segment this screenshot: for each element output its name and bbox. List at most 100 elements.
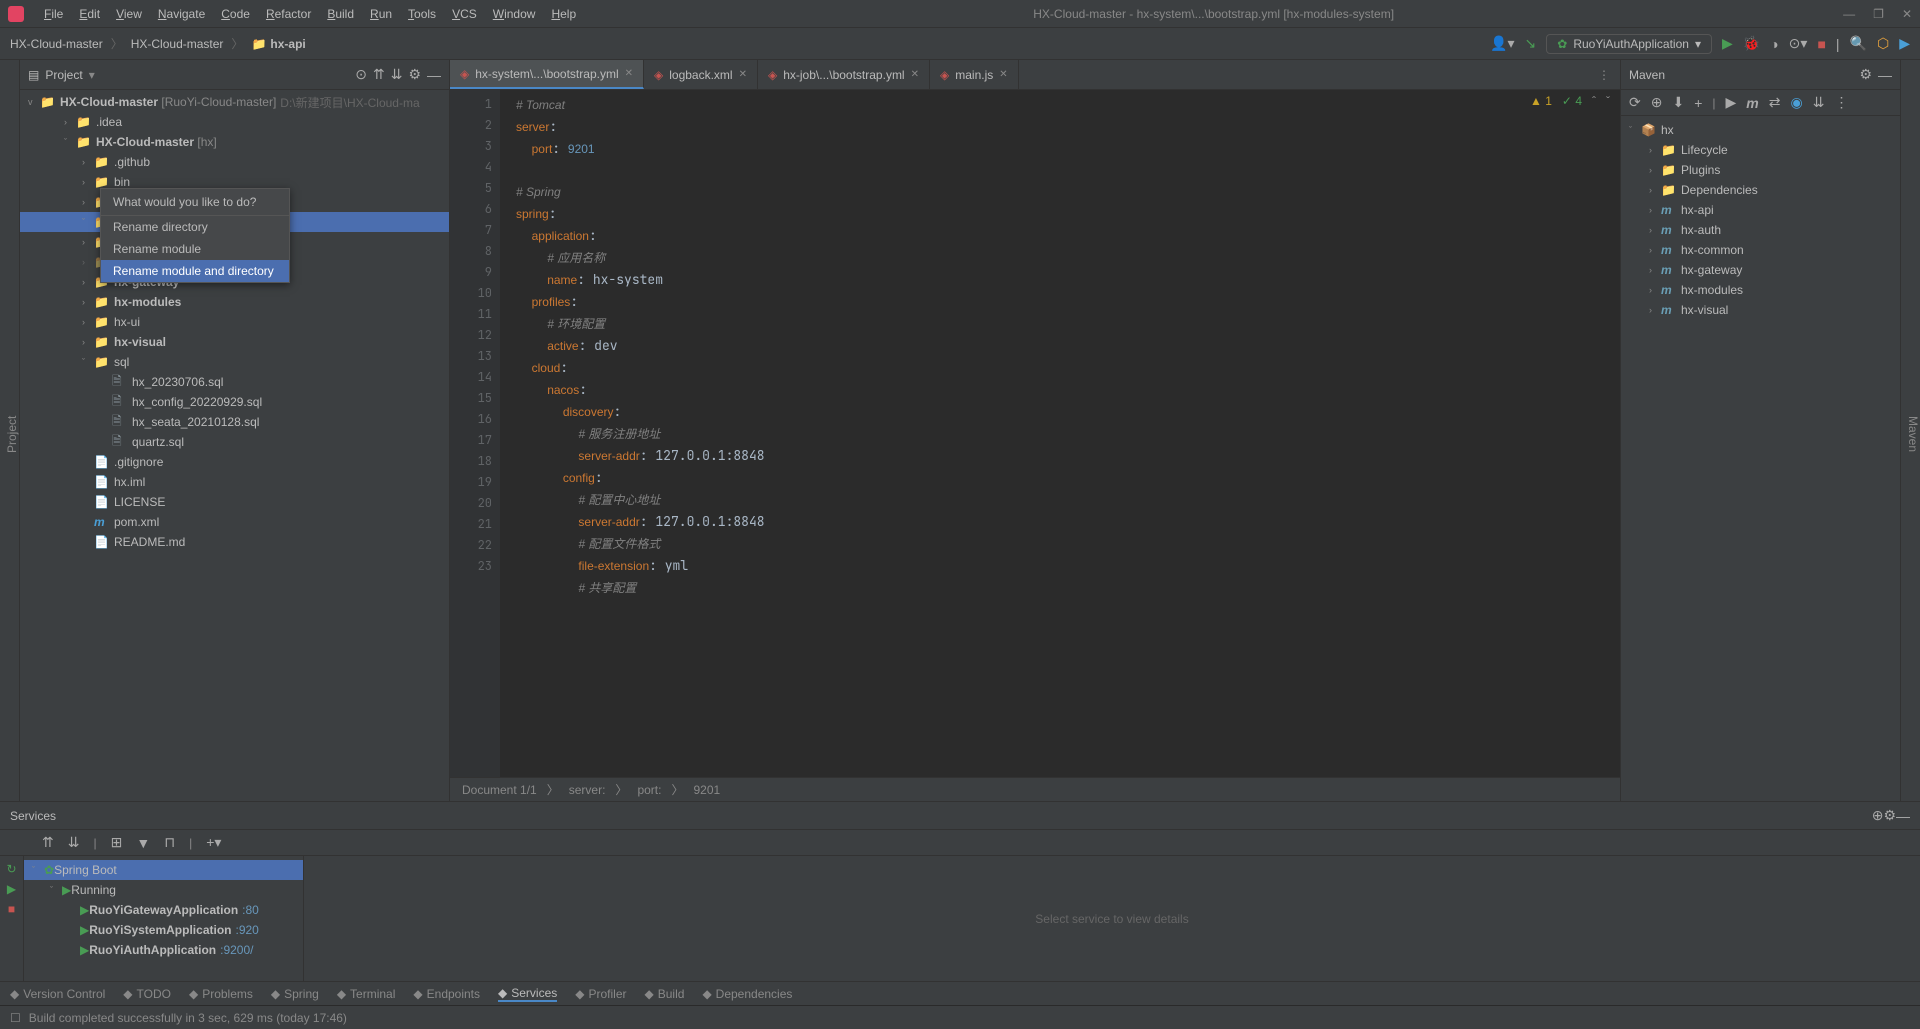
maven-item[interactable]: ›mhx-auth bbox=[1621, 220, 1900, 240]
events-icon[interactable]: ☐ bbox=[10, 1011, 21, 1025]
tree-item[interactable]: ›📁hx-ui bbox=[20, 312, 449, 332]
breadcrumb[interactable]: HX-Cloud-master 〉 HX-Cloud-master 〉 📁 hx… bbox=[10, 35, 306, 52]
menu-view[interactable]: View bbox=[108, 7, 150, 21]
maven-item[interactable]: ›mhx-visual bbox=[1621, 300, 1900, 320]
menu-refactor[interactable]: Refactor bbox=[258, 7, 319, 21]
editor-code[interactable]: # Tomcat server: port: 9201 # Spring spr… bbox=[500, 90, 1620, 777]
service-item[interactable]: ▶ RuoYiGatewayApplication:80 bbox=[24, 900, 303, 920]
settings-icon[interactable]: ⚙ bbox=[1859, 66, 1872, 83]
editor-tab[interactable]: ◈logback.xml✕ bbox=[644, 60, 758, 89]
editor-tab[interactable]: ◈hx-system\...\bootstrap.yml✕ bbox=[450, 60, 644, 89]
bottom-tab-version-control[interactable]: ◆ Version Control bbox=[10, 987, 105, 1001]
breadcrumb-item[interactable]: HX-Cloud-master bbox=[131, 37, 224, 51]
tree-item[interactable]: 📄.gitignore bbox=[20, 452, 449, 472]
expand-icon[interactable]: ⇈ bbox=[42, 834, 54, 851]
settings-icon[interactable]: ⚙ bbox=[1883, 807, 1896, 824]
maven-item[interactable]: ›📁Lifecycle bbox=[1621, 140, 1900, 160]
filter-icon[interactable]: ▼ bbox=[136, 835, 150, 851]
collapse-icon[interactable]: ⇊ bbox=[68, 834, 80, 851]
build-icon[interactable]: ↘ bbox=[1525, 35, 1537, 52]
menu-code[interactable]: Code bbox=[213, 7, 258, 21]
tree-item[interactable]: 🗎hx_20230706.sql bbox=[20, 372, 449, 392]
tree-item[interactable]: ˇ📁HX-Cloud-master [hx] bbox=[20, 132, 449, 152]
bottom-tab-services[interactable]: ◆ Services bbox=[498, 986, 557, 1002]
tree-item[interactable]: 📄hx.iml bbox=[20, 472, 449, 492]
close-tab-icon[interactable]: ✕ bbox=[739, 69, 747, 80]
close-tab-icon[interactable]: ✕ bbox=[999, 69, 1007, 80]
select-opened-icon[interactable]: ⊙ bbox=[355, 66, 367, 83]
editor-tab[interactable]: ◈main.js✕ bbox=[930, 60, 1019, 89]
tree-root[interactable]: v📁HX-Cloud-master [RuoYi-Cloud-master]D:… bbox=[20, 92, 449, 112]
menu-window[interactable]: Window bbox=[485, 7, 544, 21]
hide-icon[interactable]: — bbox=[1878, 67, 1892, 83]
tree-item[interactable]: 📄LICENSE bbox=[20, 492, 449, 512]
menu-navigate[interactable]: Navigate bbox=[150, 7, 213, 21]
search-icon[interactable]: 🔍 bbox=[1850, 35, 1867, 52]
bottom-tab-dependencies[interactable]: ◆ Dependencies bbox=[702, 987, 792, 1001]
settings-icon[interactable]: ⚙ bbox=[408, 66, 421, 83]
profile-button[interactable]: ⊙▾ bbox=[1789, 35, 1808, 52]
group-icon[interactable]: ⊓ bbox=[164, 834, 175, 851]
grid-icon[interactable]: ⊞ bbox=[111, 834, 123, 851]
add-icon[interactable]: +▾ bbox=[206, 834, 221, 851]
coverage-button[interactable]: ◑ bbox=[1770, 36, 1778, 52]
download-icon[interactable]: ⬇ bbox=[1672, 94, 1684, 111]
collapse-all-icon[interactable]: ⇊ bbox=[391, 66, 403, 83]
rerun-icon[interactable]: ↻ bbox=[6, 862, 16, 876]
close-icon[interactable]: ✕ bbox=[1902, 7, 1912, 21]
close-tab-icon[interactable]: ✕ bbox=[911, 69, 919, 80]
tree-item[interactable]: 🗎quartz.sql bbox=[20, 432, 449, 452]
debug-button[interactable]: 🐞 bbox=[1743, 35, 1760, 52]
menu-build[interactable]: Build bbox=[319, 7, 362, 21]
bottom-tab-todo[interactable]: ◆ TODO bbox=[123, 987, 171, 1001]
tree-item[interactable]: 🗎hx_seata_20210128.sql bbox=[20, 412, 449, 432]
breadcrumb-item[interactable]: HX-Cloud-master bbox=[10, 37, 103, 51]
context-menu-item[interactable]: Rename directory bbox=[101, 216, 289, 238]
bottom-tab-problems[interactable]: ◆ Problems bbox=[189, 987, 253, 1001]
chevron-down-icon[interactable]: ▾ bbox=[89, 68, 95, 82]
user-icon[interactable]: 👤▾ bbox=[1490, 35, 1514, 52]
menu-vcs[interactable]: VCS bbox=[444, 7, 485, 21]
tree-item[interactable]: 📄README.md bbox=[20, 532, 449, 552]
menu-run[interactable]: Run bbox=[362, 7, 400, 21]
tabs-more-icon[interactable]: ⋮ bbox=[1588, 60, 1620, 89]
stop-icon[interactable]: ■ bbox=[8, 902, 15, 916]
hide-icon[interactable]: — bbox=[1896, 808, 1910, 824]
service-item[interactable]: ˇ▶ Running bbox=[24, 880, 303, 900]
maven-item[interactable]: ›📁Dependencies bbox=[1621, 180, 1900, 200]
code-with-me-icon[interactable]: ▶ bbox=[1899, 35, 1910, 52]
expand-all-icon[interactable]: ⇈ bbox=[373, 66, 385, 83]
maven-item[interactable]: ›mhx-common bbox=[1621, 240, 1900, 260]
context-menu-item[interactable]: Rename module and directory bbox=[101, 260, 289, 282]
reload-icon[interactable]: ⟳ bbox=[1629, 94, 1641, 111]
left-tool-stripe[interactable]: Project bbox=[0, 60, 20, 801]
bottom-tab-terminal[interactable]: ◆ Terminal bbox=[337, 987, 396, 1001]
generate-icon[interactable]: ⊕ bbox=[1651, 94, 1663, 111]
tree-item[interactable]: mpom.xml bbox=[20, 512, 449, 532]
tree-item[interactable]: ›📁.github bbox=[20, 152, 449, 172]
maximize-icon[interactable]: ❐ bbox=[1873, 7, 1884, 21]
service-item[interactable]: ˇ✿ Spring Boot bbox=[24, 860, 303, 880]
bottom-tab-profiler[interactable]: ◆ Profiler bbox=[575, 987, 626, 1001]
tree-item[interactable]: 🗎hx_config_20220929.sql bbox=[20, 392, 449, 412]
run-button[interactable]: ▶ bbox=[1722, 35, 1733, 52]
tree-item[interactable]: ˇ📁sql bbox=[20, 352, 449, 372]
collapse-icon[interactable]: ⇊ bbox=[1813, 94, 1825, 111]
menu-tools[interactable]: Tools bbox=[400, 7, 444, 21]
breadcrumb-item[interactable]: hx-api bbox=[270, 37, 305, 51]
maven-item[interactable]: ›mhx-gateway bbox=[1621, 260, 1900, 280]
stop-button[interactable]: ■ bbox=[1817, 36, 1825, 52]
m-icon[interactable]: m bbox=[1746, 95, 1758, 111]
bottom-tab-build[interactable]: ◆ Build bbox=[645, 987, 685, 1001]
maven-item[interactable]: ›mhx-api bbox=[1621, 200, 1900, 220]
hide-icon[interactable]: — bbox=[427, 67, 441, 83]
minimize-icon[interactable]: — bbox=[1843, 7, 1855, 21]
menu-file[interactable]: File bbox=[36, 7, 71, 21]
maven-root[interactable]: ˇ📦hx bbox=[1621, 120, 1900, 140]
context-menu-item[interactable]: Rename module bbox=[101, 238, 289, 260]
more-icon[interactable]: ⋮ bbox=[1834, 94, 1848, 111]
ide-updates-icon[interactable]: ⬡ bbox=[1877, 35, 1889, 52]
editor-tab[interactable]: ◈hx-job\...\bootstrap.yml✕ bbox=[758, 60, 930, 89]
bottom-tab-endpoints[interactable]: ◆ Endpoints bbox=[413, 987, 480, 1001]
menu-help[interactable]: Help bbox=[543, 7, 584, 21]
